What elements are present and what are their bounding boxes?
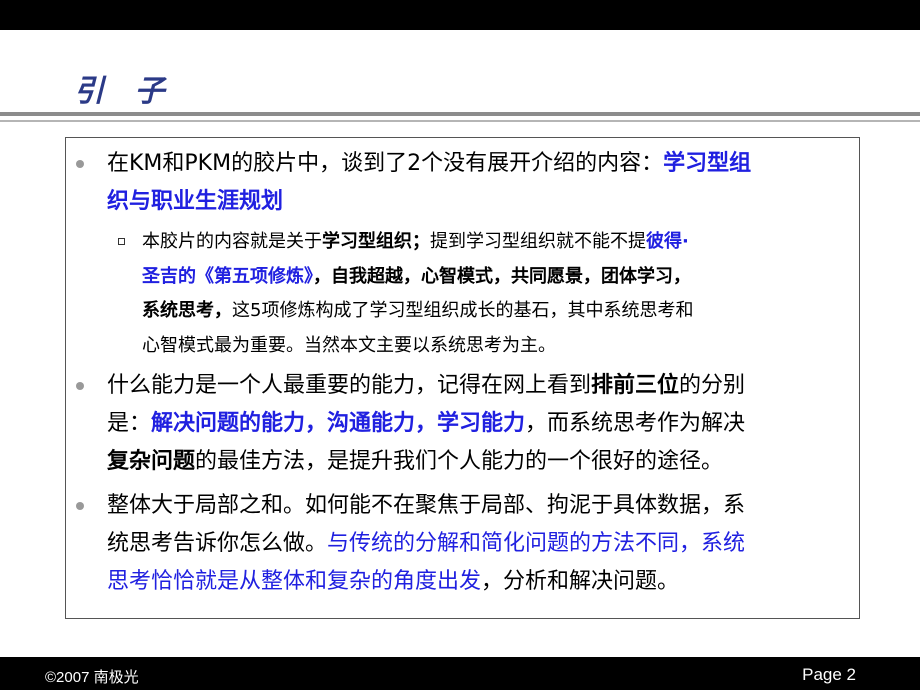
bullet-paragraph: 什么能力是一个人最重要的能力，记得在网上看到排前三位的分别 是：解决问题的能力，沟…: [107, 367, 745, 481]
text-run: 系统思考，: [142, 300, 232, 321]
text-run: 心智模式最为重要。当然本文主要以系统思考为主。: [142, 334, 556, 356]
text-run: 复杂问题: [107, 449, 196, 474]
text-run: 的最佳方法，是提升我们个人能力的一个很好的途径。: [195, 449, 724, 474]
text-run: 在KM和PKM的胶片中，谈到了2个没有展开介绍的内容：: [107, 151, 664, 176]
text-line: 圣吉的《第五项修炼》，自我超越，心智模式，共同愿景，团体学习，: [142, 260, 693, 295]
bullet-dot-icon: [76, 160, 84, 168]
text-line: 在KM和PKM的胶片中，谈到了2个没有展开介绍的内容：学习型组: [107, 145, 751, 183]
text-line: 复杂问题的最佳方法，是提升我们个人能力的一个很好的途径。: [107, 443, 745, 481]
text-run: 是：: [107, 411, 152, 436]
text-run: 本胶片的内容就是关于: [142, 231, 322, 252]
square-bullet-icon: [118, 238, 125, 245]
text-run: 圣吉的《第五项修炼》: [142, 265, 313, 287]
text-line: 本胶片的内容就是关于学习型组织；提到学习型组织就不能不提彼得·: [142, 225, 693, 260]
text-run: 解决问题的能力，沟通能力，学习能力: [151, 411, 526, 436]
text-run: 统思考告诉你怎么做。: [107, 531, 328, 556]
title-rule-thick: [0, 112, 920, 116]
bullet-paragraph: 在KM和PKM的胶片中，谈到了2个没有展开介绍的内容：学习型组织与职业生涯规划: [107, 145, 751, 221]
footer-copyright: ©2007 南极光: [45, 669, 139, 686]
text-run: 这5项修炼构成了学习型组织成长的基石，其中系统思考和: [232, 300, 694, 321]
text-run: ，分析和解决问题。: [481, 569, 680, 594]
text-run: 的分别: [679, 373, 746, 398]
text-run: 与传统的分解和简化问题的方法不同，系统: [327, 531, 746, 556]
bullet-dot-icon: [76, 382, 84, 390]
title-rule-thin: [0, 120, 920, 122]
slide-title: 引 子: [74, 74, 175, 109]
text-run: ，而系统思考作为解决: [525, 411, 746, 436]
text-run: 思考恰恰就是从整体和复杂的角度出发: [107, 569, 482, 594]
bullet-dot-icon: [76, 502, 84, 510]
content-box: 在KM和PKM的胶片中，谈到了2个没有展开介绍的内容：学习型组 织与职业生涯规划 …: [65, 137, 860, 619]
text-run: 织与职业生涯规划: [107, 189, 284, 214]
text-run: 提到学习型组织就不能不提: [430, 231, 646, 252]
text-line: 是：解决问题的能力，沟通能力，学习能力，而系统思考作为解决: [107, 405, 745, 443]
bullet-paragraph: 整体大于局部之和。如何能不在聚焦于局部、拘泥于具体数据，系 统思考告诉你怎么做。与…: [107, 487, 745, 601]
text-run: ，自我超越，心智模式，共同愿景，团体学习，: [313, 265, 691, 287]
text-line: 织与职业生涯规划: [107, 183, 751, 221]
top-bar: [0, 0, 920, 30]
text-run: 学习型组: [663, 151, 752, 176]
sub-bullet-paragraph: 本胶片的内容就是关于学习型组织；提到学习型组织就不能不提彼得· 圣吉的《第五项修炼…: [142, 225, 693, 363]
footer-bar: ©2007 南极光 Page 2: [0, 657, 920, 690]
text-line: 系统思考，这5项修炼构成了学习型组织成长的基石，其中系统思考和: [142, 294, 693, 329]
text-run: 什么能力是一个人最重要的能力，记得在网上看到: [107, 373, 592, 398]
text-line: 整体大于局部之和。如何能不在聚焦于局部、拘泥于具体数据，系: [107, 487, 745, 525]
page-number: Page 2: [802, 665, 856, 684]
text-run: 学习型组织；: [322, 231, 430, 252]
text-run: 排前三位: [591, 373, 680, 398]
text-line: 什么能力是一个人最重要的能力，记得在网上看到排前三位的分别: [107, 367, 745, 405]
text-run: 整体大于局部之和。如何能不在聚焦于局部、拘泥于具体数据，系: [107, 493, 746, 518]
text-line: 心智模式最为重要。当然本文主要以系统思考为主。: [142, 329, 693, 364]
text-line: 思考恰恰就是从整体和复杂的角度出发，分析和解决问题。: [107, 563, 745, 601]
text-run: 彼得·: [646, 231, 689, 252]
text-line: 统思考告诉你怎么做。与传统的分解和简化问题的方法不同，系统: [107, 525, 745, 563]
